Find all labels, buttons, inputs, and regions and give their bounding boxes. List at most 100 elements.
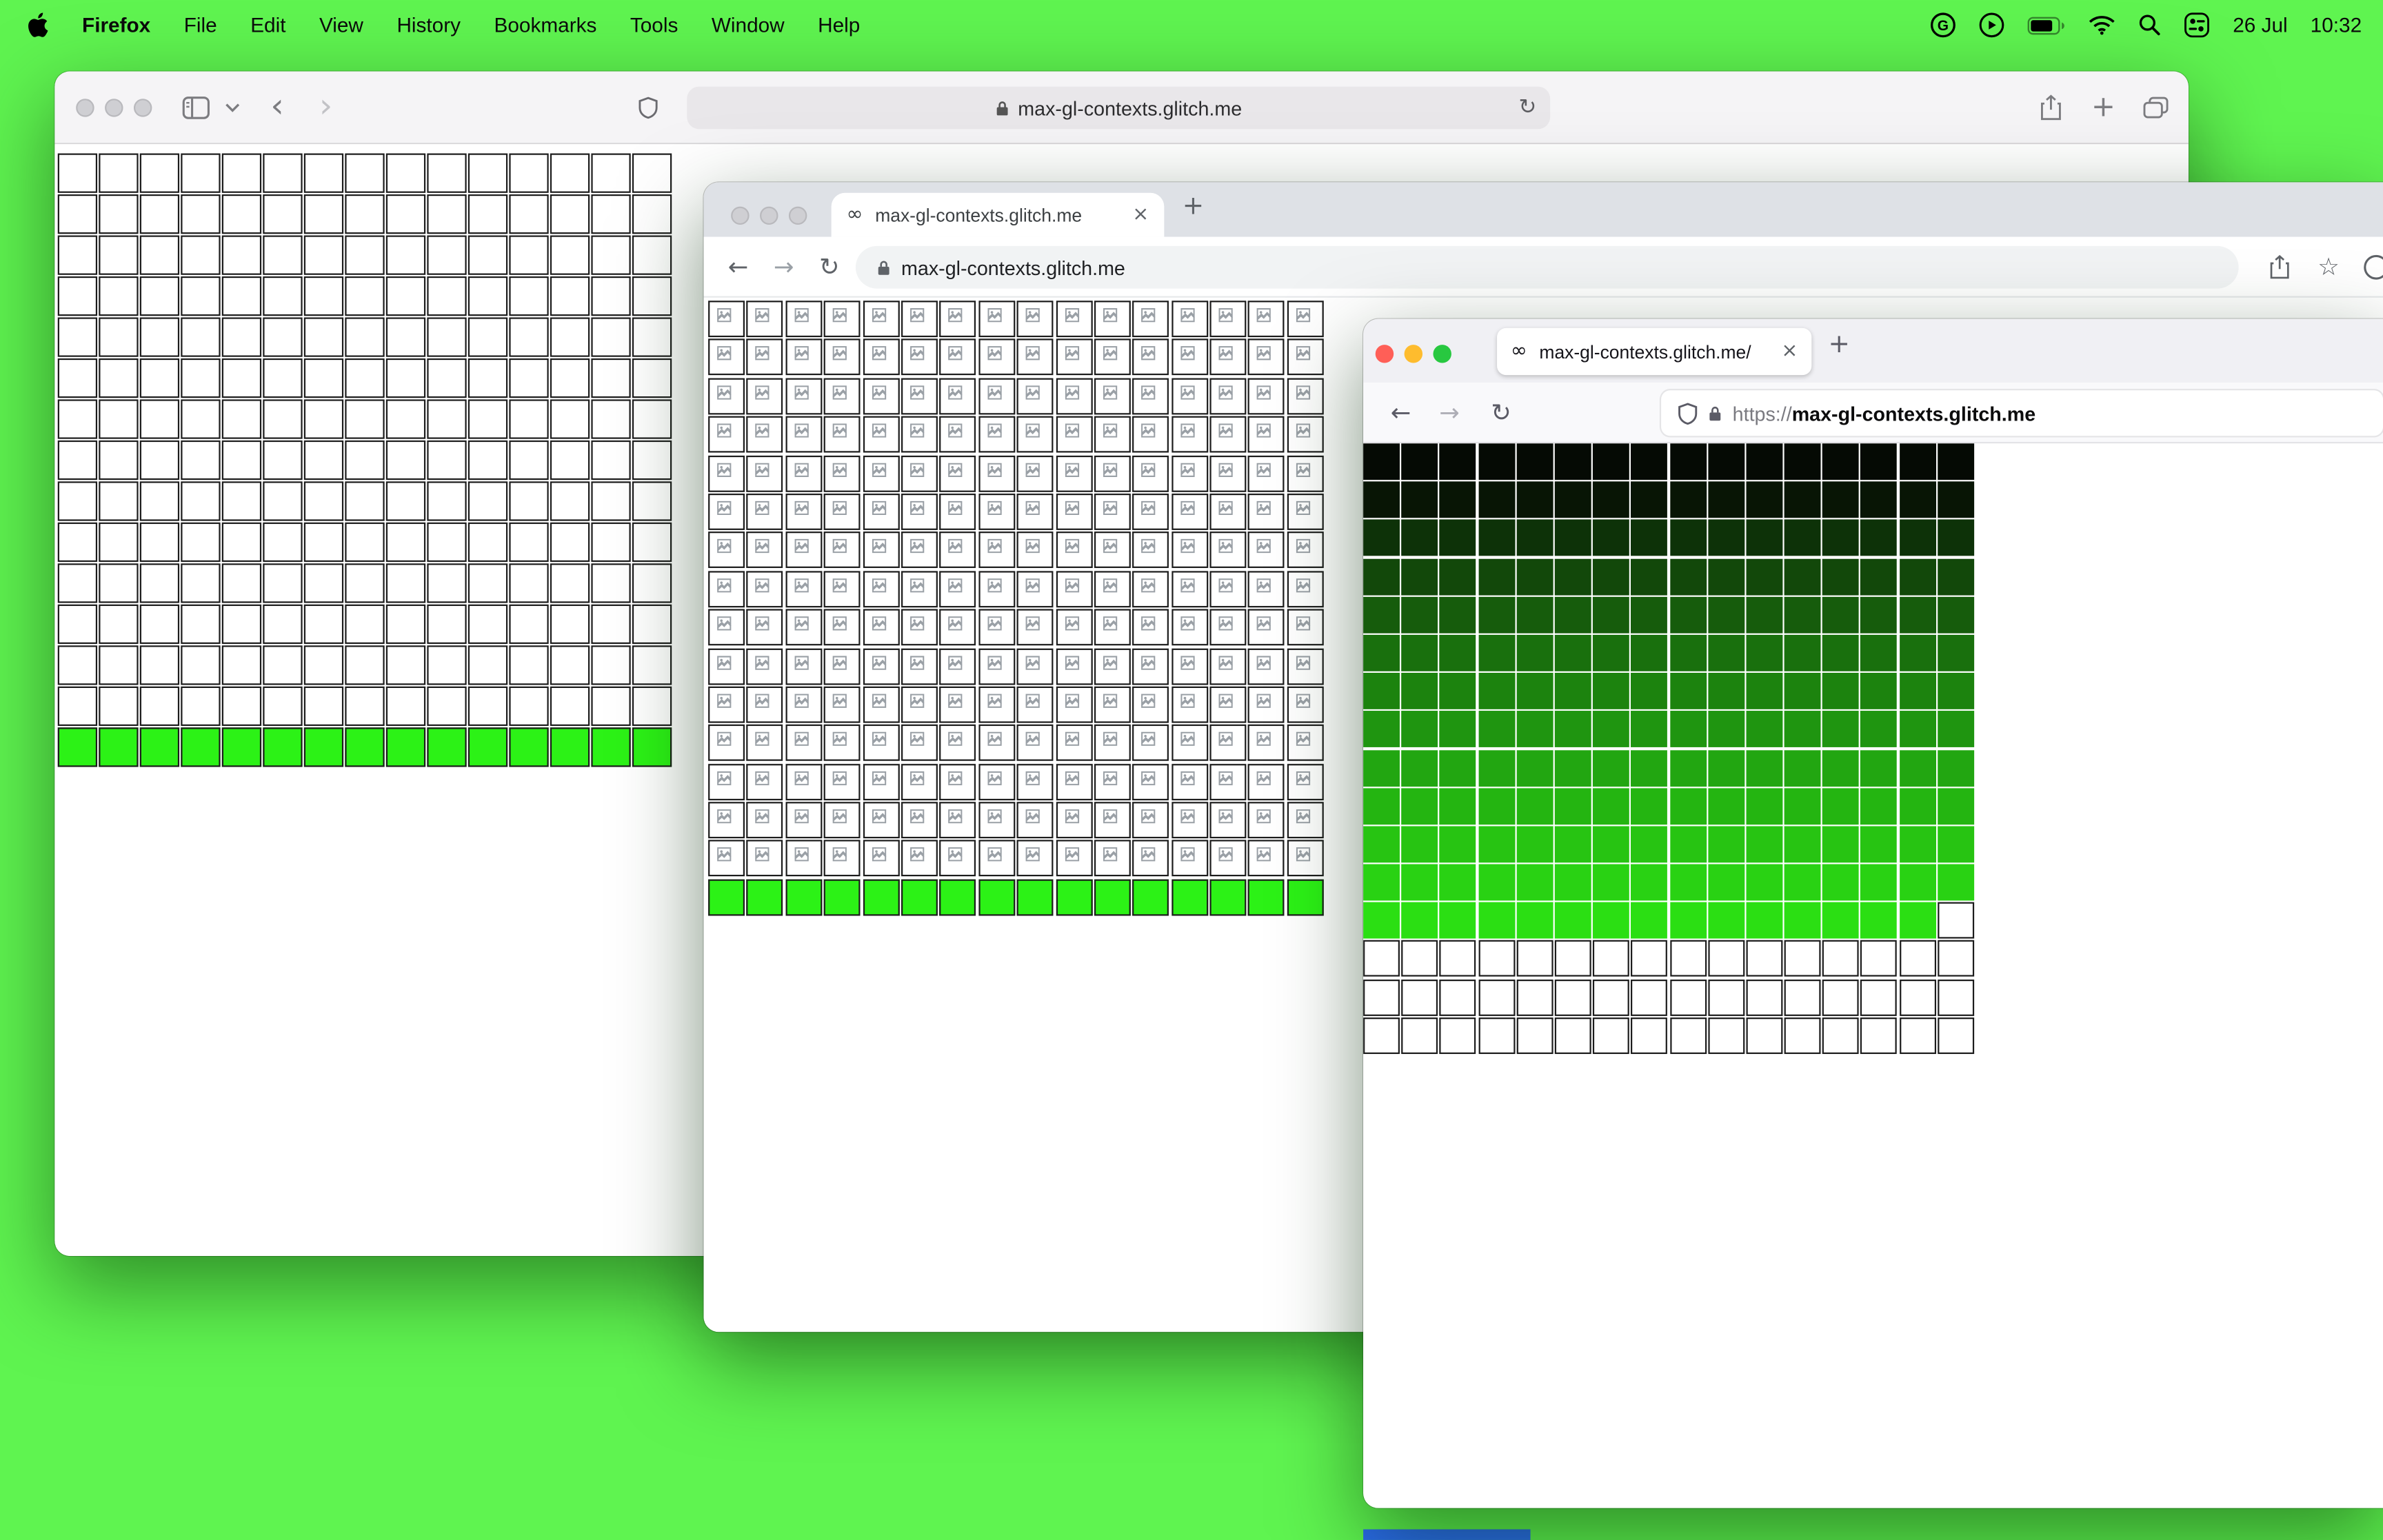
menu-items: File Edit View History Bookmarks Tools Window H… xyxy=(184,14,861,37)
forward-button[interactable]: → xyxy=(774,254,794,278)
gl-canvas-lost xyxy=(303,317,344,357)
menu-view[interactable]: View xyxy=(319,14,363,37)
gl-canvas-lost xyxy=(221,522,262,563)
gl-canvas-lost xyxy=(785,339,822,376)
gl-canvas-lost xyxy=(785,454,822,492)
share-icon[interactable] xyxy=(2269,254,2291,279)
gl-canvas-lost xyxy=(632,194,672,234)
apple-menu-icon[interactable] xyxy=(28,12,49,38)
menu-file[interactable]: File xyxy=(184,14,217,37)
menu-bar-date[interactable]: 26 Jul xyxy=(2233,14,2287,37)
menu-tools[interactable]: Tools xyxy=(630,14,678,37)
active-app-name[interactable]: Firefox xyxy=(82,14,150,37)
zoom-window-button[interactable] xyxy=(1433,345,1451,363)
gl-canvas-lost xyxy=(1248,493,1285,530)
gl-canvas-lost xyxy=(824,609,861,646)
reload-button[interactable]: ↻ xyxy=(819,254,840,278)
gl-canvas-active xyxy=(1593,749,1630,787)
close-window-button[interactable] xyxy=(1375,345,1394,363)
reload-button[interactable]: ↻ xyxy=(1491,399,1511,425)
now-playing-icon[interactable] xyxy=(1979,12,2004,38)
share-icon[interactable] xyxy=(2040,93,2062,121)
minimize-window-button[interactable] xyxy=(105,99,123,117)
gl-canvas-lost xyxy=(824,378,861,414)
url-bar[interactable]: max-gl-contexts.glitch.me xyxy=(855,245,2239,289)
broken-image-icon xyxy=(756,809,770,824)
browser-tab[interactable]: ∞ max-gl-contexts.glitch.me/ × xyxy=(1497,327,1812,376)
url-bar[interactable]: max-gl-contexts.glitch.me ↻ xyxy=(687,86,1551,130)
zoom-window-button[interactable] xyxy=(133,99,152,117)
gl-canvas-lost xyxy=(221,276,262,316)
gl-canvas-blank xyxy=(1937,979,1974,1016)
lock-icon[interactable] xyxy=(1708,405,1722,421)
gl-canvas-active xyxy=(1554,749,1591,787)
back-button[interactable]: ← xyxy=(1391,399,1411,425)
forward-button[interactable]: › xyxy=(319,90,332,123)
minimize-window-button[interactable] xyxy=(1404,345,1423,363)
privacy-shield-icon[interactable] xyxy=(639,96,658,119)
broken-image-icon xyxy=(1025,771,1040,785)
new-tab-button[interactable]: + xyxy=(1183,194,1204,220)
back-button[interactable]: ‹ xyxy=(270,90,283,123)
gl-canvas-lost xyxy=(427,563,467,603)
menu-history[interactable]: History xyxy=(396,14,461,37)
menu-edit[interactable]: Edit xyxy=(250,14,285,37)
minimize-window-button[interactable] xyxy=(760,206,778,225)
safari-toolbar: ‹ › max-gl-contexts.glitch.me ↻ + xyxy=(54,71,2189,145)
gl-canvas-lost xyxy=(181,686,221,727)
google-g-icon[interactable]: G xyxy=(1931,12,1956,38)
zoom-window-button[interactable] xyxy=(788,206,807,225)
gl-canvas-lost xyxy=(181,317,221,357)
menu-bar-clock[interactable]: 10:32 xyxy=(2311,14,2362,37)
gl-canvas-lost xyxy=(1209,339,1247,376)
gl-canvas-active xyxy=(1516,711,1554,748)
url-text: max-gl-contexts.glitch.me xyxy=(1018,96,1243,119)
chevron-down-icon[interactable] xyxy=(225,102,240,112)
bookmark-star-icon[interactable]: ☆ xyxy=(2317,254,2340,278)
control-center-icon[interactable] xyxy=(2184,12,2210,38)
new-tab-button[interactable]: + xyxy=(1829,332,1850,358)
broken-image-icon xyxy=(1257,462,1271,476)
sidebar-icon[interactable] xyxy=(182,96,210,119)
url-bar[interactable]: https://max-gl-contexts.glitch.me xyxy=(1661,390,2383,436)
profile-avatar-icon[interactable] xyxy=(2363,254,2383,279)
close-window-button[interactable] xyxy=(731,206,750,225)
gl-canvas-active xyxy=(1363,902,1400,940)
forward-button[interactable]: → xyxy=(1439,399,1460,425)
menu-bookmarks[interactable]: Bookmarks xyxy=(494,14,597,37)
broken-image-icon xyxy=(1064,578,1079,592)
menu-help[interactable]: Help xyxy=(818,14,860,37)
tracking-shield-icon[interactable] xyxy=(1678,402,1698,425)
tab-close-icon[interactable]: × xyxy=(1781,342,1798,362)
tab-favicon-infinity: ∞ xyxy=(1510,340,1527,363)
reload-icon[interactable]: ↻ xyxy=(1518,97,1536,119)
gl-canvas-lost xyxy=(824,493,861,530)
gl-canvas-lost xyxy=(1248,454,1285,492)
gl-canvas-lost xyxy=(1016,802,1054,839)
gl-canvas-active xyxy=(1478,673,1515,710)
gl-canvas-lost xyxy=(99,481,139,521)
gl-canvas-lost xyxy=(747,378,783,414)
browser-tab[interactable]: ∞ max-gl-contexts.glitch.me × xyxy=(831,192,1165,237)
tab-close-icon[interactable]: × xyxy=(1132,205,1149,225)
chrome-toolbar: ← → ↻ max-gl-contexts.glitch.me ☆ xyxy=(703,236,2383,298)
gl-canvas-lost xyxy=(345,522,385,563)
battery-icon[interactable] xyxy=(2027,16,2066,34)
tab-overview-icon[interactable] xyxy=(2143,96,2169,119)
broken-image-icon xyxy=(1180,655,1194,669)
gl-canvas-active xyxy=(1899,481,1936,518)
gl-canvas-lost xyxy=(345,440,385,480)
close-window-button[interactable] xyxy=(76,99,94,117)
menu-window[interactable]: Window xyxy=(712,14,785,37)
gl-canvas-lost xyxy=(939,416,976,453)
back-button[interactable]: ← xyxy=(728,254,749,278)
spotlight-search-icon[interactable] xyxy=(2139,14,2162,37)
wifi-icon[interactable] xyxy=(2089,15,2116,35)
gl-canvas-active xyxy=(1707,864,1744,901)
new-tab-icon[interactable]: + xyxy=(2091,92,2115,121)
gl-canvas-blank xyxy=(1937,940,1974,977)
gl-canvas-active xyxy=(1707,787,1744,824)
gl-canvas-lost xyxy=(99,235,139,275)
gl-canvas-lost xyxy=(1094,570,1131,607)
gl-canvas-active xyxy=(427,727,467,767)
